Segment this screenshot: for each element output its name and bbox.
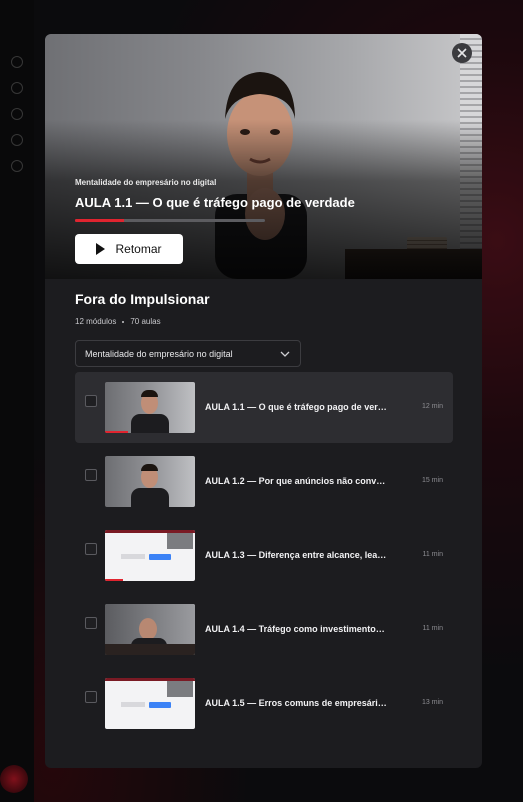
lesson-duration: 13 min (421, 699, 443, 706)
resume-button[interactable]: Retomar (75, 234, 183, 264)
lesson-title: AULA 1.2 — Por que anúncios não converte… (205, 476, 387, 486)
lesson-item[interactable]: AULA 1.1 — O que é tráfego pago de verda… (75, 372, 453, 443)
hero-progress-fill (75, 219, 125, 222)
play-icon (96, 243, 106, 255)
close-button[interactable] (452, 43, 472, 63)
close-icon (457, 48, 467, 58)
lesson-title: AULA 1.1 — O que é tráfego pago de verda… (205, 402, 387, 412)
lesson-duration: 11 min (422, 551, 444, 558)
separator-dot (122, 320, 125, 323)
lesson-thumbnail[interactable] (105, 530, 195, 581)
lesson-checkbox[interactable] (85, 469, 97, 481)
lesson-list: AULA 1.1 — O que é tráfego pago de verda… (75, 372, 453, 742)
hero-banner: Mentalidade do empresário no digital AUL… (45, 34, 482, 279)
course-meta: 12 módulos 70 aulas (75, 317, 452, 326)
lesson-progress-bar (105, 579, 123, 581)
lesson-item[interactable]: AULA 1.4 — Tráfego como investimento, nã… (75, 594, 453, 665)
lesson-checkbox[interactable] (85, 691, 97, 703)
module-select[interactable]: Mentalidade do empresário no digital (75, 340, 301, 367)
lesson-checkbox[interactable] (85, 617, 97, 629)
lesson-item[interactable]: AULA 1.3 — Diferença entre alcance, lead… (75, 520, 453, 591)
lesson-duration: 12 min (421, 403, 443, 410)
lesson-item[interactable]: AULA 1.2 — Por que anúncios não converte… (75, 446, 453, 517)
lesson-duration: 11 min (422, 625, 444, 632)
module-select-value: Mentalidade do empresário no digital (85, 348, 233, 359)
resume-label: Retomar (115, 242, 162, 256)
lesson-title: AULA 1.3 — Diferença entre alcance, lead… (205, 550, 387, 560)
hero-lesson-title: AULA 1.1 — O que é tráfego pago de verda… (75, 195, 355, 210)
hero-module-name: Mentalidade do empresário no digital (75, 178, 217, 187)
course-header: Fora do Impulsionar 12 módulos 70 aulas … (45, 279, 482, 367)
lessons-count: 70 aulas (130, 317, 161, 326)
lesson-checkbox[interactable] (85, 395, 97, 407)
course-title: Fora do Impulsionar (75, 291, 210, 307)
lesson-thumbnail[interactable] (105, 382, 195, 433)
hero-progress-bar (75, 219, 265, 222)
course-modal: Mentalidade do empresário no digital AUL… (45, 34, 482, 768)
lesson-thumbnail[interactable] (105, 678, 195, 729)
lesson-checkbox[interactable] (85, 543, 97, 555)
chevron-down-icon (280, 351, 290, 357)
modules-count: 12 módulos (75, 317, 117, 326)
hero-content: Mentalidade do empresário no digital AUL… (75, 178, 355, 264)
lesson-thumbnail[interactable] (105, 456, 195, 507)
lesson-title: AULA 1.4 — Tráfego como investimento, nã… (205, 624, 387, 634)
lesson-progress-bar (105, 431, 128, 433)
lesson-thumbnail[interactable] (105, 604, 195, 655)
lesson-duration: 15 min (421, 477, 443, 484)
lesson-item[interactable]: AULA 1.5 — Erros comuns de empresários n… (75, 668, 453, 739)
lesson-title: AULA 1.5 — Erros comuns de empresários n… (205, 698, 387, 708)
